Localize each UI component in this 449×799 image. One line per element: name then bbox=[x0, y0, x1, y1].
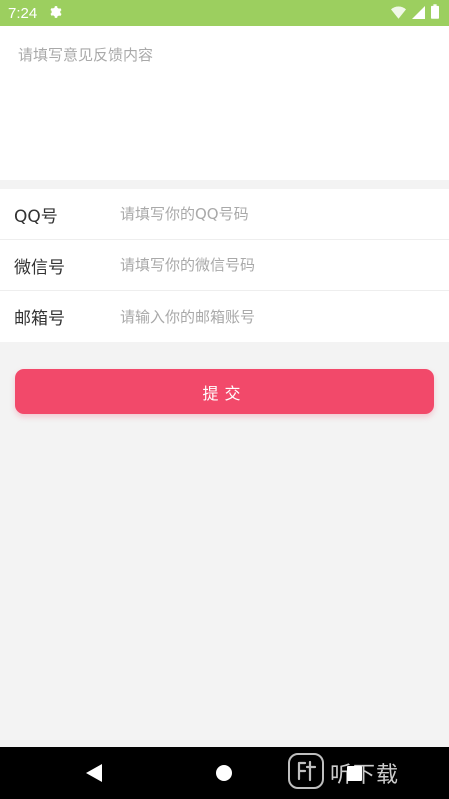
home-button[interactable] bbox=[208, 757, 240, 789]
email-label: 邮箱号 bbox=[14, 309, 65, 329]
qq-input[interactable] bbox=[120, 189, 449, 239]
back-icon bbox=[86, 764, 102, 782]
submit-button[interactable]: 提交 bbox=[15, 369, 434, 414]
status-time: 7:24 bbox=[8, 4, 38, 22]
watermark-logo-icon bbox=[288, 753, 324, 793]
watermark-text: 听下载 bbox=[330, 763, 400, 788]
wechat-label: 微信号 bbox=[14, 257, 65, 278]
contact-form: QQ号 微信号 邮箱号 bbox=[0, 189, 449, 342]
watermark: 听下载 bbox=[288, 753, 400, 793]
wifi-icon bbox=[391, 4, 406, 23]
signal-icon bbox=[412, 4, 425, 23]
status-right bbox=[391, 3, 439, 23]
back-button[interactable] bbox=[78, 757, 110, 789]
home-icon bbox=[216, 765, 232, 781]
form-row-email: 邮箱号 bbox=[0, 291, 449, 342]
battery-icon bbox=[431, 3, 439, 23]
email-input[interactable] bbox=[120, 291, 449, 342]
status-left: 7:24 bbox=[8, 4, 63, 23]
feedback-area bbox=[0, 26, 449, 180]
form-row-wechat: 微信号 bbox=[0, 240, 449, 291]
status-bar: 7:24 bbox=[0, 0, 449, 26]
feedback-input[interactable] bbox=[0, 26, 449, 180]
gear-icon bbox=[49, 4, 63, 23]
wechat-input[interactable] bbox=[120, 240, 449, 290]
qq-label: QQ号 bbox=[14, 206, 58, 227]
form-row-qq: QQ号 bbox=[0, 189, 449, 240]
